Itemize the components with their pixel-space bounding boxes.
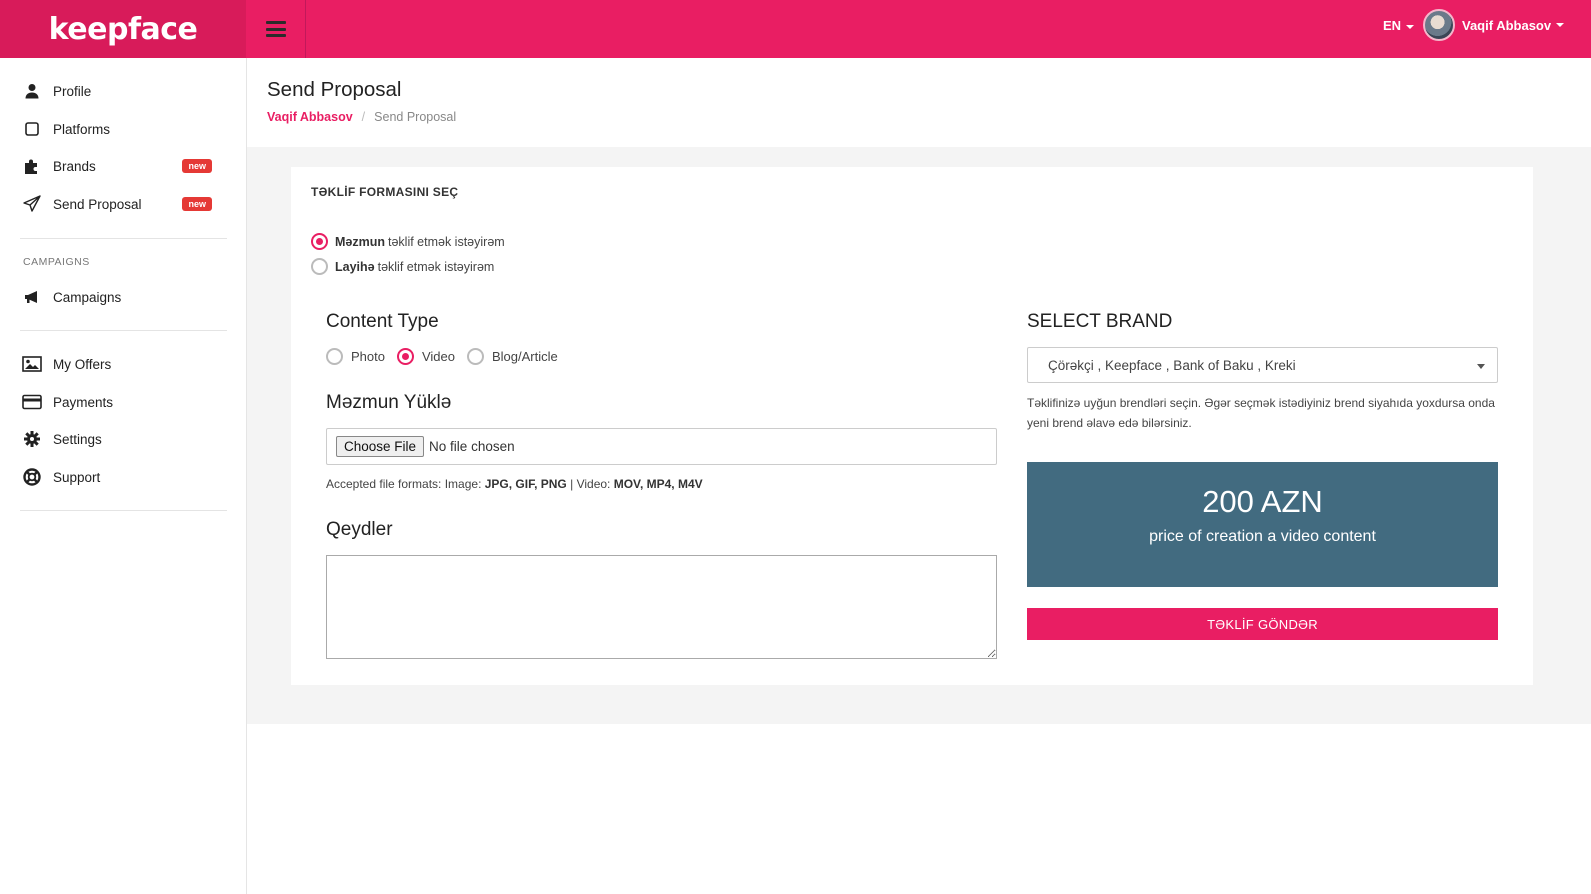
sidebar-divider [20,238,227,239]
gear-icon [21,428,43,450]
lifebuoy-icon [21,466,43,488]
new-badge: new [182,159,212,173]
paper-plane-icon [21,193,43,215]
breadcrumb-current: Send Proposal [374,110,457,124]
brand-help-text: Təklifinizə uyğun brendləri seçin. Əgər … [1027,396,1495,430]
upload-title: Məzmun Yüklə [326,392,452,413]
hamburger-icon [265,21,286,37]
sidebar-item-label: Platforms [53,121,111,137]
radio-video[interactable] [396,348,414,365]
notes-textarea[interactable] [326,555,997,659]
user-name: Vaqif Abbasov [1462,17,1552,33]
form-option-text: təklif etmək istəyirəm [377,259,495,274]
sidebar-divider [20,330,227,331]
megaphone-icon [21,286,43,308]
form-option-bold: Layihə [335,259,375,274]
brand-select-value: Çörəkçi , Keepface , Bank of Baku , Krek… [1048,357,1296,373]
price-amount: 200 AZN [1202,484,1323,519]
content-type-title: Content Type [326,311,439,332]
form-option-content[interactable]: Məzmun təklif etmək istəyirəm [311,233,505,250]
breadcrumb-separator: / [361,110,366,124]
radio-project-proposal[interactable] [311,258,328,275]
form-option-project[interactable]: Layihə təklif etmək istəyirəm [311,258,494,275]
sidebar-item-label: My Offers [53,356,112,372]
form-option-text: təklif etmək istəyirəm [388,234,505,249]
send-proposal-button[interactable]: TƏKLİF GÖNDƏR [1027,608,1498,640]
content-type-label: Photo [351,349,385,364]
language-selector[interactable]: EN [1383,18,1415,33]
user-menu[interactable]: Vaqif Abbasov [1423,9,1565,41]
file-input[interactable]: Choose File No file chosen [326,428,997,465]
content-type-video[interactable]: Video [396,348,455,365]
sidebar-item-send-proposal[interactable]: Send Proposal new [21,189,227,219]
page-header: Send Proposal Vaqif Abbasov / Send Proposa… [247,58,1591,147]
select-brand-title: SELECT BRAND [1027,311,1173,332]
sidebar-item-platforms[interactable]: Platforms [21,114,227,144]
caret-down-icon [1406,24,1415,29]
logo: keepface [48,11,198,47]
sidebar-item-brands[interactable]: Brands new [21,151,227,181]
sidebar-item-label: Profile [53,83,92,99]
price-caption: price of creation a video content [1149,528,1376,545]
image-icon [21,353,43,375]
sidebar: Profile Platforms Brands new Send Propos… [0,58,247,894]
file-format-hint: Accepted file formats: Image: JPG, GIF, … [326,477,703,491]
sidebar-item-label: Support [53,469,101,485]
video-formats: MOV, MP4, M4V [613,477,703,491]
breadcrumb-home-link[interactable]: Vaqif Abbasov [267,110,353,124]
caret-down-icon [1556,23,1565,27]
radio-photo[interactable] [326,348,343,365]
new-badge: new [182,197,212,211]
image-formats: JPG, GIF, PNG [484,477,567,491]
user-icon [21,80,43,102]
language-label: EN [1383,18,1402,33]
price-box: 200 AZN price of creation a video conten… [1027,462,1498,587]
square-icon [21,118,43,140]
radio-blog-article[interactable] [467,348,484,365]
credit-card-icon [21,391,43,413]
page-title: Send Proposal [267,78,402,101]
file-hint-separator: | Video: [566,477,614,491]
breadcrumb: Vaqif Abbasov / Send Proposal [267,110,456,124]
logo-area[interactable]: keepface [0,0,246,58]
content-type-photo[interactable]: Photo [326,348,385,365]
choose-form-title: TƏKLİF FORMASINI SEÇ [311,185,459,199]
menu-toggle-button[interactable] [246,0,306,58]
notes-title: Qeydler [326,519,393,540]
proposal-form-card: TƏKLİF FORMASINI SEÇ Məzmun təklif etmək… [291,167,1533,685]
content-type-options: Photo Video Blog/Article [326,348,570,365]
sidebar-item-campaigns[interactable]: Campaigns [21,282,227,312]
caret-down-icon [1477,364,1485,369]
file-status: No file chosen [429,439,515,454]
puzzle-icon [21,155,43,177]
sidebar-item-settings[interactable]: Settings [21,424,227,454]
sidebar-item-label: Campaigns [53,289,122,305]
sidebar-heading-campaigns: CAMPAIGNS [23,256,90,268]
sidebar-item-support[interactable]: Support [21,462,227,492]
radio-content-proposal[interactable] [311,233,328,250]
top-bar: keepface EN Vaqif Abbasov [0,0,1591,58]
brand-select[interactable]: Çörəkçi , Keepface , Bank of Baku , Krek… [1027,347,1498,383]
sidebar-item-label: Payments [53,394,114,410]
sidebar-item-profile[interactable]: Profile [21,76,227,106]
sidebar-item-label: Brands [53,158,96,174]
content-type-label: Video [421,349,455,364]
form-option-bold: Məzmun [335,234,385,249]
content-type-blog[interactable]: Blog/Article [467,348,558,365]
sidebar-item-label: Send Proposal [53,196,142,212]
sidebar-item-label: Settings [53,431,102,447]
sidebar-item-payments[interactable]: Payments [21,387,227,417]
content-type-label: Blog/Article [492,349,558,364]
avatar [1423,9,1455,41]
choose-file-button[interactable]: Choose File [336,436,425,457]
sidebar-item-my-offers[interactable]: My Offers [21,349,227,379]
file-hint-prefix: Accepted file formats: Image: [326,477,485,491]
sidebar-divider [20,510,227,511]
